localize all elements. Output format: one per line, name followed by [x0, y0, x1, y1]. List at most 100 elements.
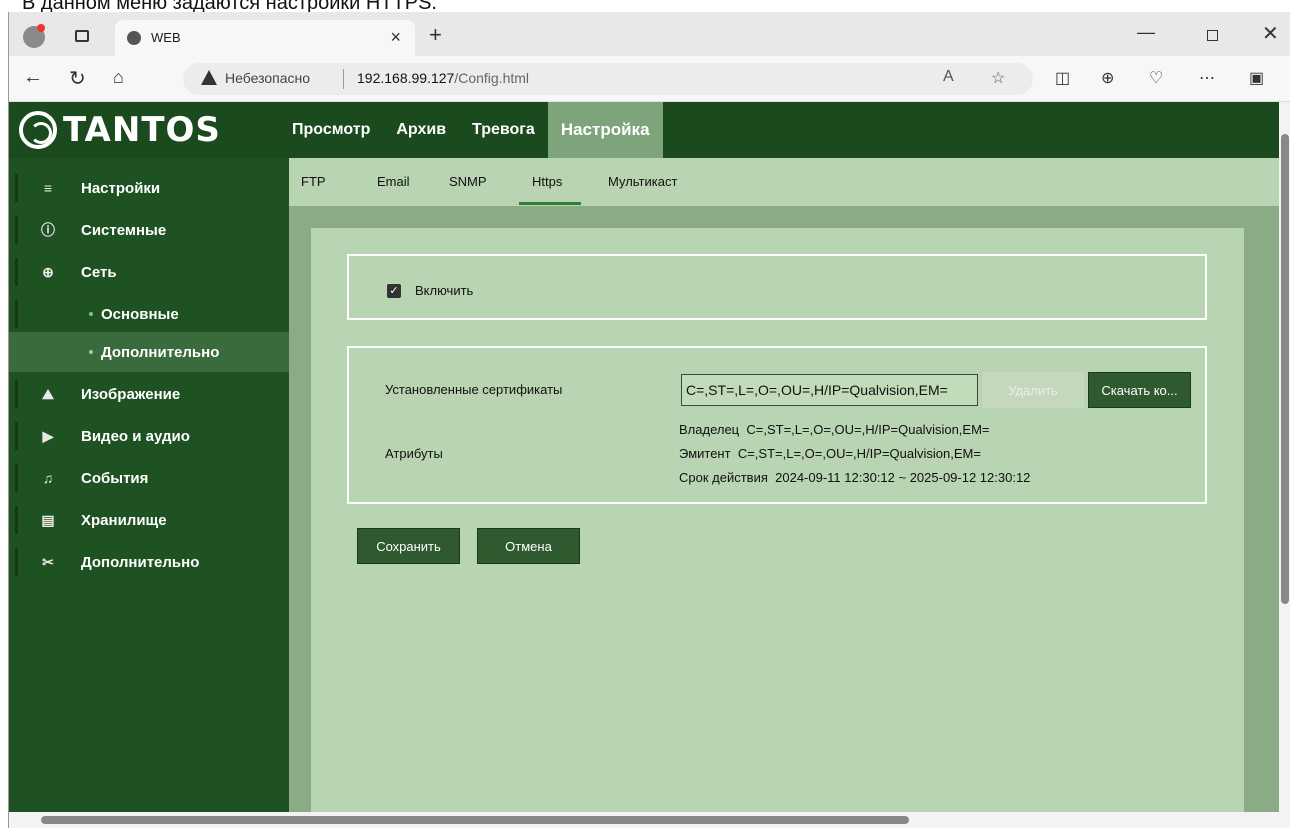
download-cert-button[interactable]: Скачать ко... [1088, 372, 1191, 408]
main-nav: Просмотр Архив Тревога Настройка [279, 102, 663, 158]
sidebar-item-image[interactable]: ⛰ Изображение [9, 374, 289, 414]
sidebar-item-label: Основные [101, 305, 179, 323]
issuer-row: Эмитент C=,ST=,L=,O=,OU=,H/IP=Qualvision… [679, 446, 981, 461]
enable-section: ✓ Включить [347, 254, 1207, 320]
sidebar-toggle-icon[interactable]: ▣ [1249, 68, 1264, 88]
home-icon[interactable]: ⌂ [113, 67, 124, 88]
sidebar-item-label: Системные [81, 221, 167, 239]
sidebar-item-video-audio[interactable]: ▶ Видео и аудио [9, 416, 289, 456]
installed-certs-label: Установленные сертификаты [385, 382, 563, 397]
owner-label: Владелец [679, 422, 740, 437]
tab-actions-icon[interactable] [75, 30, 89, 42]
tools-icon: ✂ [42, 553, 54, 570]
sidebar-item-label: Настройки [81, 179, 161, 197]
owner-row: Владелец C=,ST=,L=,O=,OU=,H/IP=Qualvisio… [679, 422, 990, 437]
sidebar-marker [15, 464, 18, 492]
sidebar-marker [15, 258, 18, 286]
sidebar-item-network[interactable]: ⊕ Сеть [9, 252, 289, 292]
horizontal-scrollbar[interactable] [9, 812, 1279, 828]
bullet-icon [89, 312, 93, 316]
url-field[interactable]: Небезопасно 192.168.99.127/Config.html A… [183, 63, 1033, 95]
browser-tab[interactable]: WEB × [115, 20, 415, 56]
favorite-star-icon[interactable]: ☆ [991, 68, 1005, 88]
brand-name: TANTOS [63, 110, 221, 150]
maximize-icon[interactable] [1207, 30, 1218, 41]
enable-checkbox[interactable]: ✓ [387, 284, 401, 298]
menu-icon: ≡ [43, 180, 53, 196]
new-tab-icon[interactable]: + [429, 22, 442, 48]
sidebar-item-label: Видео и аудио [81, 427, 190, 445]
url-text[interactable]: 192.168.99.127/Config.html [357, 70, 529, 86]
sidebar-item-label: Сеть [81, 263, 117, 281]
read-aloud-icon[interactable]: A [943, 68, 954, 86]
sidebar-marker [15, 300, 18, 328]
reload-icon[interactable]: ↻ [69, 66, 86, 91]
back-icon[interactable]: ← [23, 66, 43, 89]
sidebar-item-network-advanced[interactable]: Дополнительно [9, 332, 289, 372]
tab-snmp[interactable]: SNMP [449, 174, 487, 189]
close-window-icon[interactable]: ✕ [1262, 21, 1279, 46]
sub-nav: FTP Email SNMP Https Мультикаст [289, 158, 1279, 206]
app-header: TANTOS Просмотр Архив Тревога Настройка [9, 102, 1279, 158]
tab-ftp[interactable]: FTP [301, 174, 326, 189]
main-nav-settings[interactable]: Настройка [547, 102, 663, 158]
info-icon: ⓘ [41, 222, 55, 238]
horizontal-scroll-thumb[interactable] [41, 816, 909, 824]
bell-icon: ♫ [42, 470, 54, 486]
main-nav-alarm[interactable]: Тревога [459, 102, 548, 158]
tab-https[interactable]: Https [532, 174, 562, 189]
collections-icon[interactable]: ⊕ [1101, 68, 1114, 88]
insecure-label[interactable]: Небезопасно [225, 70, 310, 86]
tab-multicast[interactable]: Мультикаст [608, 174, 677, 189]
main-nav-archive[interactable]: Архив [383, 102, 459, 158]
storage-icon: ▤ [41, 511, 55, 528]
main-nav-view[interactable]: Просмотр [279, 102, 383, 158]
minimize-icon[interactable]: — [1137, 22, 1155, 43]
sidebar-item-label: Хранилище [81, 511, 167, 529]
tab-email[interactable]: Email [377, 174, 410, 189]
performance-icon[interactable]: ♡ [1149, 68, 1163, 88]
sidebar-marker [15, 216, 18, 244]
brand-logo: TANTOS [19, 108, 221, 152]
validity-value: 2024-09-11 12:30:12 ~ 2025-09-12 12:30:1… [775, 470, 1031, 485]
tab-title: WEB [151, 30, 181, 45]
sidebar-item-label: Изображение [81, 385, 181, 403]
issuer-value: C=,ST=,L=,O=,OU=,H/IP=Qualvision,EM= [737, 446, 981, 461]
web-page: TANTOS Просмотр Архив Тревога Настройка … [9, 102, 1279, 812]
sidebar-item-label: Дополнительно [101, 343, 220, 361]
cancel-button[interactable]: Отмена [477, 528, 580, 564]
issuer-label: Эмитент [679, 446, 731, 461]
delete-button[interactable]: Удалить [982, 372, 1084, 408]
owner-value: C=,ST=,L=,O=,OU=,H/IP=Qualvision,EM= [746, 422, 990, 437]
sidebar-item-events[interactable]: ♫ События [9, 458, 289, 498]
sidebar-item-system[interactable]: ⓘ Системные [9, 210, 289, 250]
sidebar-item-settings[interactable]: ≡ Настройки [9, 168, 289, 208]
vertical-scroll-thumb[interactable] [1281, 134, 1289, 604]
active-tab-indicator [519, 202, 581, 205]
split-screen-icon[interactable]: ◫ [1055, 68, 1070, 88]
installed-cert-select[interactable]: C=,ST=,L=,O=,OU=,H/IP=Qualvision,EM= [681, 374, 978, 406]
sidebar-marker [15, 548, 18, 576]
sidebar-item-storage[interactable]: ▤ Хранилище [9, 500, 289, 540]
subnav-divider [289, 206, 1279, 228]
more-icon[interactable]: ⋯ [1199, 68, 1215, 88]
certificate-section: Установленные сертификаты C=,ST=,L=,O=,O… [347, 346, 1207, 504]
save-button[interactable]: Сохранить [357, 528, 460, 564]
sidebar-item-advanced[interactable]: ✂ Дополнительно [9, 542, 289, 582]
globe-icon [127, 31, 141, 45]
vertical-scrollbar[interactable] [1279, 102, 1290, 812]
logo-mark-icon [19, 111, 57, 149]
sidebar-marker [15, 506, 18, 534]
sidebar-item-network-basic[interactable]: Основные [9, 294, 289, 334]
image-icon: ⛰ [42, 385, 54, 402]
sidebar-item-label: Дополнительно [81, 553, 200, 571]
address-bar: ← ↻ ⌂ Небезопасно 192.168.99.127/Config.… [9, 56, 1290, 102]
attributes-label: Атрибуты [385, 446, 443, 461]
close-tab-icon[interactable]: × [390, 27, 401, 48]
notification-dot [37, 24, 45, 32]
url-host: 192.168.99.127 [357, 70, 455, 86]
globe-icon: ⊕ [42, 263, 54, 280]
sidebar-item-label: События [81, 469, 149, 487]
warning-icon [201, 70, 217, 85]
tab-bar: WEB × + — ✕ [9, 12, 1290, 56]
